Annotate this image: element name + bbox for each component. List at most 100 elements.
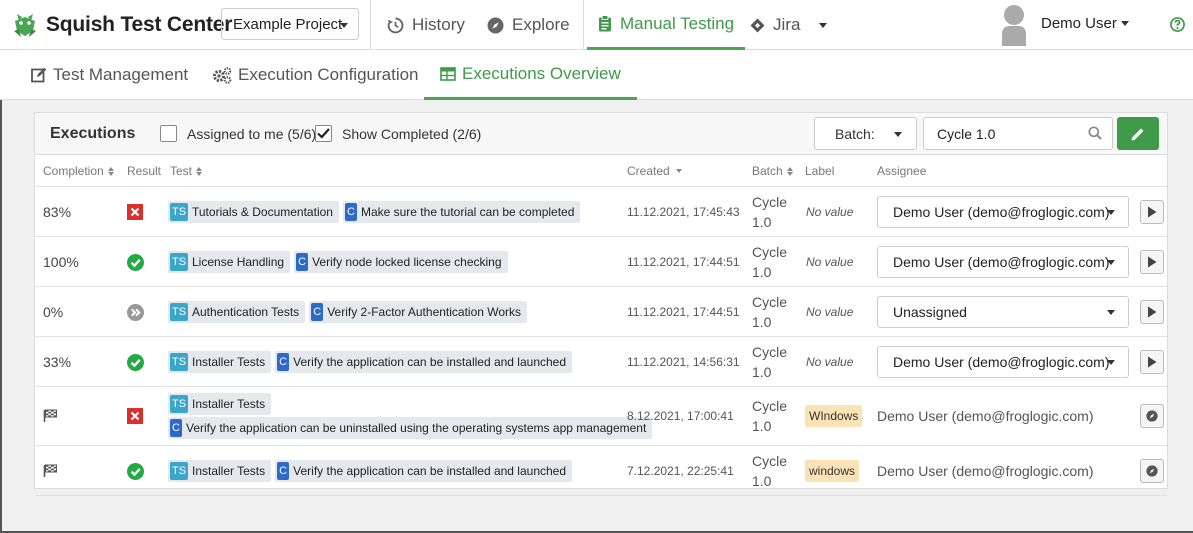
batch-value: Cycle 1.0	[752, 192, 787, 232]
column-header-created[interactable]: Created	[627, 164, 682, 178]
batch-value: Cycle 1.0	[752, 451, 787, 491]
batch-value: Cycle 1.0	[752, 292, 787, 332]
column-header-completion[interactable]: Completion	[43, 164, 114, 178]
test-suite-chip[interactable]: TS Installer Tests	[168, 393, 272, 415]
assignee-select[interactable]: Unassigned	[877, 295, 1129, 328]
play-icon	[1147, 256, 1157, 268]
start-execution-button[interactable]	[1140, 199, 1164, 224]
panel-title: Executions	[50, 125, 136, 142]
nav-history[interactable]: History	[387, 0, 465, 50]
user-name[interactable]: Demo User	[1041, 15, 1117, 32]
table-row[interactable]: 83% TS Tutorials & Documentation C Make sure…	[35, 187, 1167, 236]
test-suite-chip[interactable]: TS Installer Tests	[168, 350, 272, 373]
table-icon	[440, 66, 456, 81]
avatar-icon	[1002, 5, 1026, 46]
column-label: Completion	[43, 164, 104, 178]
batch-line: 1.0	[752, 472, 772, 489]
column-label: Batch	[752, 164, 783, 178]
sort-icon	[196, 166, 203, 176]
user-menu-chevron-icon[interactable]	[1121, 21, 1129, 26]
table-row[interactable]: TS Installer Tests C Verify the application…	[35, 446, 1167, 495]
column-label: Assignee	[877, 164, 927, 178]
clipboard-icon	[598, 15, 612, 32]
test-case-name: Verify the application can be installed …	[293, 463, 567, 478]
test-case-chip[interactable]: C Make sure the tutorial can be completed	[342, 200, 581, 223]
test-case-chip[interactable]: C Verify 2-Factor Authentication Works	[309, 300, 528, 323]
label-tag[interactable]: WIndows	[805, 405, 863, 427]
test-suite-chip[interactable]: TS Tutorials & Documentation	[168, 200, 339, 223]
search-input[interactable]: Cycle 1.0	[923, 117, 1113, 150]
executions-panel: Executions Assigned to me (5/6) Show Com…	[34, 112, 1168, 496]
view-execution-button[interactable]	[1140, 404, 1164, 428]
test-case-badge-icon: C	[277, 461, 290, 480]
test-case-chip[interactable]: C Verify the application can be installed…	[275, 350, 573, 373]
created-timestamp: 7.12.2021, 22:25:41	[627, 463, 734, 478]
test-suite-badge-icon: TS	[170, 461, 188, 480]
nav-label: History	[412, 15, 465, 34]
project-selector[interactable]: Example Project	[221, 8, 359, 40]
assignee-select[interactable]: Demo User (demo@froglogic.com)	[877, 245, 1129, 278]
nav-more-dropdown[interactable]	[819, 0, 827, 50]
table-row[interactable]: 100% TS License Handling C Verify node locke…	[35, 237, 1167, 286]
column-header-result: Result	[127, 164, 161, 178]
completion-percent: 83%	[43, 203, 72, 220]
test-suite-name: Installer Tests	[192, 463, 266, 478]
batch-value: Cycle 1.0	[752, 396, 787, 436]
assignee-value: Demo User (demo@froglogic.com)	[893, 253, 1110, 270]
column-header-batch[interactable]: Batch	[752, 164, 793, 178]
test-case-name: Make sure the tutorial can be completed	[360, 204, 575, 219]
test-case-chip[interactable]: C Verify node locked license checking	[294, 250, 508, 273]
table-row[interactable]: 0% TS Authentication Tests C Verify 2-Factor…	[35, 287, 1167, 336]
start-execution-button[interactable]	[1140, 349, 1164, 374]
help-icon[interactable]	[1170, 17, 1185, 37]
test-suite-chip[interactable]: TS Authentication Tests	[168, 300, 306, 323]
result-passed-icon	[127, 353, 144, 371]
test-case-name: Verify the application can be installed …	[293, 354, 567, 369]
batch-line: Cycle	[752, 293, 788, 310]
completion-percent: 33%	[43, 353, 72, 370]
app-logo[interactable]: Squish Test Center	[11, 11, 232, 39]
checkbox-box[interactable]	[160, 125, 177, 142]
test-suite-chip[interactable]: TS License Handling	[168, 250, 291, 273]
tab-executions-overview[interactable]: Executions Overview	[424, 50, 637, 100]
test-suite-name: Authentication Tests	[192, 304, 300, 319]
tab-label: Execution Configuration	[238, 65, 419, 84]
tab-execution-configuration[interactable]: Execution Configuration	[212, 50, 419, 100]
assignee-select[interactable]: Demo User (demo@froglogic.com)	[877, 195, 1129, 228]
label-empty: No value	[806, 254, 854, 269]
test-case-chip[interactable]: C Verify the application can be installed…	[275, 459, 573, 482]
column-header-assignee: Assignee	[877, 164, 926, 178]
result-passed-icon	[127, 462, 144, 480]
column-header-test[interactable]: Test	[170, 164, 203, 178]
assignee-value: Demo User (demo@froglogic.com)	[893, 353, 1110, 370]
label-tag[interactable]: windows	[805, 459, 860, 482]
batch-line: 1.0	[752, 363, 772, 380]
checkbox-box[interactable]	[315, 125, 332, 142]
nav-explore[interactable]: Explore	[487, 0, 570, 50]
test-case-badge-icon: C	[296, 252, 309, 271]
sort-icon	[107, 166, 114, 176]
tab-test-management[interactable]: Test Management	[31, 50, 188, 100]
assigned-to-me-checkbox[interactable]: Assigned to me (5/6)	[160, 125, 316, 142]
start-execution-button[interactable]	[1140, 299, 1164, 324]
search-icon[interactable]	[1088, 126, 1102, 143]
chevron-down-icon	[1107, 259, 1115, 265]
play-icon	[1147, 306, 1157, 318]
chevron-down-icon	[340, 23, 348, 28]
result-passed-icon	[127, 253, 144, 271]
batch-filter-dropdown[interactable]: Batch:	[814, 117, 917, 150]
label-empty: No value	[806, 354, 854, 369]
user-avatar[interactable]	[1000, 4, 1028, 46]
nav-manual-testing[interactable]: Manual Testing	[587, 0, 746, 50]
table-row[interactable]: 33% TS Installer Tests C Verify the applicat…	[35, 337, 1167, 386]
nav-jira[interactable]: Jira	[750, 0, 800, 50]
table-row[interactable]: TS Installer Tests C Verify the application…	[35, 387, 1167, 445]
view-execution-button[interactable]	[1140, 458, 1164, 483]
test-suite-chip[interactable]: TS Installer Tests	[168, 459, 272, 482]
assignee-select[interactable]: Demo User (demo@froglogic.com)	[877, 345, 1129, 378]
result-skipped-icon	[127, 303, 144, 321]
show-completed-checkbox[interactable]: Show Completed (2/6)	[315, 125, 481, 142]
edit-button[interactable]	[1117, 117, 1159, 150]
test-case-chip[interactable]: C Verify the application can be uninstall…	[168, 417, 653, 439]
start-execution-button[interactable]	[1140, 249, 1164, 274]
